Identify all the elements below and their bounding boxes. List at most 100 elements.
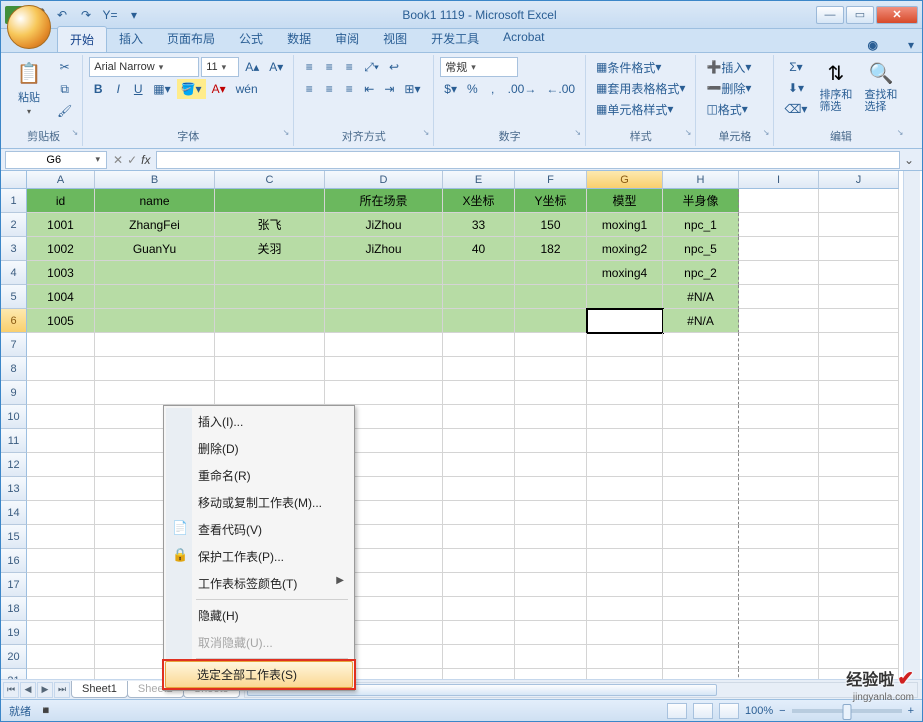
cell-A11[interactable] xyxy=(27,429,95,453)
fill-color-button[interactable]: 🪣▾ xyxy=(177,79,206,99)
col-header-H[interactable]: H xyxy=(663,171,739,189)
cell-B8[interactable] xyxy=(95,357,215,381)
select-all-corner[interactable] xyxy=(1,171,27,189)
cell-C7[interactable] xyxy=(215,333,325,357)
cell-A15[interactable] xyxy=(27,525,95,549)
decrease-indent-button[interactable]: ⇤ xyxy=(360,79,378,99)
grid[interactable]: ABCDEFGHIJ1idname所在场景X坐标Y坐标模型半身像21001Zha… xyxy=(1,171,922,679)
copy-button[interactable]: ⧉ xyxy=(53,79,76,99)
cell-B9[interactable] xyxy=(95,381,215,405)
cell-E9[interactable] xyxy=(443,381,515,405)
cell-F20[interactable] xyxy=(515,645,587,669)
col-header-G[interactable]: G xyxy=(587,171,663,189)
context-menu-item[interactable]: 工作表标签颜色(T)▶ xyxy=(166,570,352,597)
cell-J1[interactable] xyxy=(819,189,899,213)
cell-J12[interactable] xyxy=(819,453,899,477)
border-button[interactable]: ▦▾ xyxy=(149,79,174,99)
cell-J3[interactable] xyxy=(819,237,899,261)
cell-G14[interactable] xyxy=(587,501,663,525)
cell-C4[interactable] xyxy=(215,261,325,285)
cell-D3[interactable]: JiZhou xyxy=(325,237,443,261)
cell-J4[interactable] xyxy=(819,261,899,285)
autosum-button[interactable]: Σ▾ xyxy=(780,57,811,77)
merge-button[interactable]: ⊞▾ xyxy=(400,79,424,99)
enter-formula-icon[interactable]: ✓ xyxy=(127,153,137,167)
minimize-ribbon-icon[interactable]: ▾ xyxy=(908,38,914,52)
cell-J19[interactable] xyxy=(819,621,899,645)
prev-sheet-button[interactable]: ◀ xyxy=(20,682,36,698)
row-header-17[interactable]: 17 xyxy=(1,573,27,597)
redo-button[interactable]: ↷ xyxy=(77,6,95,24)
row-header-7[interactable]: 7 xyxy=(1,333,27,357)
cell-I15[interactable] xyxy=(739,525,819,549)
cell-I4[interactable] xyxy=(739,261,819,285)
insert-cells-button[interactable]: ➕ 插入 ▾ xyxy=(702,57,767,77)
formula-input[interactable] xyxy=(156,151,900,169)
tab-Acrobat[interactable]: Acrobat xyxy=(491,26,556,52)
cell-C5[interactable] xyxy=(215,285,325,309)
cut-button[interactable]: ✂ xyxy=(53,57,76,77)
table-format-button[interactable]: ▦ 套用表格格式 ▾ xyxy=(592,78,689,98)
last-sheet-button[interactable]: ⏭ xyxy=(54,682,70,698)
cell-J17[interactable] xyxy=(819,573,899,597)
cell-F21[interactable] xyxy=(515,669,587,679)
cell-I3[interactable] xyxy=(739,237,819,261)
cell-J6[interactable] xyxy=(819,309,899,333)
col-header-J[interactable]: J xyxy=(819,171,899,189)
cell-I5[interactable] xyxy=(739,285,819,309)
cell-G9[interactable] xyxy=(587,381,663,405)
cell-B4[interactable] xyxy=(95,261,215,285)
cell-A17[interactable] xyxy=(27,573,95,597)
cell-J11[interactable] xyxy=(819,429,899,453)
row-header-6[interactable]: 6 xyxy=(1,309,27,333)
cell-G6[interactable] xyxy=(587,309,663,333)
tab-数据[interactable]: 数据 xyxy=(275,26,323,52)
percent-button[interactable]: % xyxy=(463,79,482,99)
cell-H6[interactable]: #N/A xyxy=(663,309,739,333)
row-header-11[interactable]: 11 xyxy=(1,429,27,453)
cell-I19[interactable] xyxy=(739,621,819,645)
tab-开发工具[interactable]: 开发工具 xyxy=(419,26,491,52)
cell-J5[interactable] xyxy=(819,285,899,309)
cell-G10[interactable] xyxy=(587,405,663,429)
cell-A1[interactable]: id xyxy=(27,189,95,213)
cell-A8[interactable] xyxy=(27,357,95,381)
cell-H3[interactable]: npc_5 xyxy=(663,237,739,261)
cell-I20[interactable] xyxy=(739,645,819,669)
cell-A21[interactable] xyxy=(27,669,95,679)
fx-button[interactable]: fx xyxy=(141,153,150,167)
format-cells-button[interactable]: ◫ 格式 ▾ xyxy=(702,99,767,119)
cell-F9[interactable] xyxy=(515,381,587,405)
cell-B1[interactable]: name xyxy=(95,189,215,213)
context-menu-item[interactable]: 隐藏(H) xyxy=(166,602,352,629)
grow-font-button[interactable]: A▴ xyxy=(241,57,263,77)
next-sheet-button[interactable]: ▶ xyxy=(37,682,53,698)
cell-E4[interactable] xyxy=(443,261,515,285)
cell-A20[interactable] xyxy=(27,645,95,669)
cell-E12[interactable] xyxy=(443,453,515,477)
cell-J13[interactable] xyxy=(819,477,899,501)
cell-F5[interactable] xyxy=(515,285,587,309)
conditional-format-button[interactable]: ▦ 条件格式 ▾ xyxy=(592,57,689,77)
clear-button[interactable]: ⌫▾ xyxy=(780,99,811,119)
zoom-in-button[interactable]: + xyxy=(908,705,914,717)
cell-E13[interactable] xyxy=(443,477,515,501)
cell-H2[interactable]: npc_1 xyxy=(663,213,739,237)
cell-H1[interactable]: 半身像 xyxy=(663,189,739,213)
cell-G2[interactable]: moxing1 xyxy=(587,213,663,237)
cell-E21[interactable] xyxy=(443,669,515,679)
cell-H8[interactable] xyxy=(663,357,739,381)
cell-E1[interactable]: X坐标 xyxy=(443,189,515,213)
cell-G3[interactable]: moxing2 xyxy=(587,237,663,261)
cell-H12[interactable] xyxy=(663,453,739,477)
delete-cells-button[interactable]: ➖ 删除 ▾ xyxy=(702,78,767,98)
cell-J16[interactable] xyxy=(819,549,899,573)
cell-G1[interactable]: 模型 xyxy=(587,189,663,213)
cell-G4[interactable]: moxing4 xyxy=(587,261,663,285)
row-header-2[interactable]: 2 xyxy=(1,213,27,237)
cell-F11[interactable] xyxy=(515,429,587,453)
cell-E14[interactable] xyxy=(443,501,515,525)
cell-H4[interactable]: npc_2 xyxy=(663,261,739,285)
cell-I8[interactable] xyxy=(739,357,819,381)
row-header-3[interactable]: 3 xyxy=(1,237,27,261)
